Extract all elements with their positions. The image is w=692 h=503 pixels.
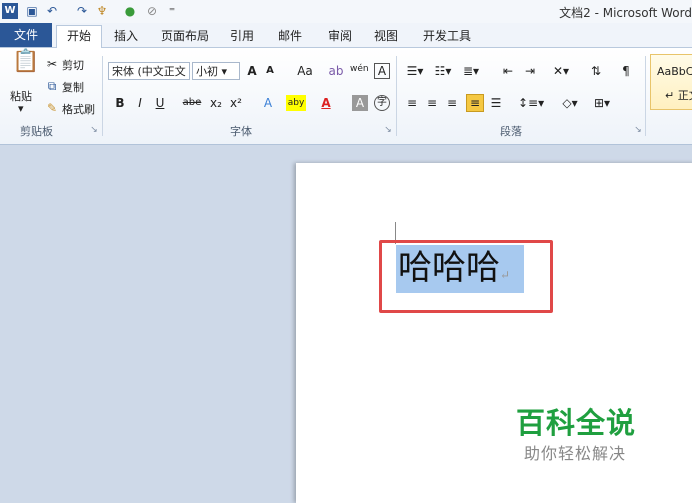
window-title: 文档2 - Microsoft Word (559, 6, 692, 20)
change-case-button[interactable]: Aa (294, 63, 316, 79)
cut-icon: ✂ (46, 57, 58, 71)
increase-indent-icon[interactable]: ⇥ (522, 63, 538, 79)
phonetic-guide-button[interactable]: wén (350, 61, 369, 77)
title-bar: W ▣ ↶ ↷ ♆ ● ⊘ ⁼ 文档2 - Microsoft Word (0, 0, 692, 23)
eraser-icon[interactable]: ⊘ (144, 3, 160, 19)
watermark-subtitle: 助你轻松解决 (524, 444, 627, 463)
highlight-annotation (379, 240, 553, 313)
align-left-icon[interactable]: ≡ (404, 95, 420, 111)
copy-icon: ⧉ (47, 79, 57, 93)
font-name-combo[interactable]: 宋体 (中文正文 ▾ (108, 62, 190, 80)
word-logo-icon[interactable]: W (2, 3, 18, 19)
clipboard-launcher-icon[interactable]: ↘ (86, 122, 102, 138)
separator (645, 56, 646, 136)
format-painter-icon[interactable]: ♆ (94, 3, 110, 19)
separator (396, 56, 397, 136)
tab-home[interactable]: 开始 (56, 25, 102, 48)
font-launcher-icon[interactable]: ↘ (380, 122, 396, 138)
chinese-layout-icon[interactable]: ✕▾ (550, 63, 572, 79)
numbering-icon[interactable]: ☷▾ (432, 63, 454, 79)
highlight-button[interactable]: aby (286, 95, 306, 111)
distributed-icon[interactable]: ☰ (488, 95, 504, 111)
tab-mailings[interactable]: 邮件 (272, 27, 308, 47)
separator (102, 56, 103, 136)
clear-format-button[interactable]: ab (328, 63, 344, 79)
justify-icon[interactable]: ≡ (466, 94, 484, 112)
clipboard-group-label: 剪贴板 (20, 125, 53, 138)
subscript-button[interactable]: x₂ (208, 95, 224, 111)
char-border-button[interactable]: A (374, 63, 390, 79)
grow-font-button[interactable]: A (244, 63, 260, 79)
strikethrough-button[interactable]: abe (182, 95, 202, 111)
bold-button[interactable]: B (112, 95, 128, 111)
style-name: ↵ 正文 (665, 89, 692, 102)
text-effects-button[interactable]: A (260, 95, 276, 111)
char-shading-button[interactable]: A (352, 95, 368, 111)
copy-button[interactable]: 复制 (62, 79, 84, 95)
format-painter-brush-icon: ✎ (46, 101, 58, 115)
undo-icon[interactable]: ↶ (44, 3, 60, 19)
paste-icon[interactable]: 📋 (12, 51, 39, 82)
italic-button[interactable]: I (132, 95, 148, 111)
tab-page-layout[interactable]: 页面布局 (156, 27, 214, 47)
style-normal[interactable]: AaBbC ↵ 正文 (650, 54, 692, 110)
ribbon: 📋 粘贴 ▾ ✂ 剪切 ⧉ 复制 ✎ 格式刷 剪贴板 ↘ 宋体 (中文正文 ▾ … (0, 48, 692, 145)
style-preview: AaBbC (657, 65, 692, 78)
tab-review[interactable]: 审阅 (322, 27, 358, 47)
show-marks-icon[interactable]: ¶ (618, 63, 634, 79)
redo-icon[interactable]: ↷ (74, 3, 90, 19)
customize-icon[interactable]: ⁼ (164, 3, 180, 19)
ribbon-tabs: 文件 开始 插入 页面布局 引用 邮件 审阅 视图 开发工具 (0, 23, 692, 48)
cut-button[interactable]: 剪切 (62, 57, 84, 73)
bullets-icon[interactable]: ☰▾ (404, 63, 426, 79)
document-page[interactable] (296, 163, 692, 503)
paragraph-group-label: 段落 (500, 125, 522, 138)
decrease-indent-icon[interactable]: ⇤ (500, 63, 516, 79)
borders-icon[interactable]: ⊞▾ (590, 95, 614, 111)
watermark-title: 百科全说 (516, 406, 637, 440)
color-icon[interactable]: ● (122, 3, 138, 19)
line-spacing-icon[interactable]: ↕≡▾ (518, 95, 544, 111)
font-group-label: 字体 (230, 125, 252, 138)
paste-dropdown-icon[interactable]: ▾ (18, 102, 24, 115)
tab-developer[interactable]: 开发工具 (418, 27, 476, 47)
font-size-combo[interactable]: 小初 ▾ (192, 62, 240, 80)
save-icon[interactable]: ▣ (24, 3, 40, 19)
format-painter-button[interactable]: 格式刷 (62, 101, 95, 117)
shrink-font-button[interactable]: A (262, 63, 278, 79)
align-right-icon[interactable]: ≡ (444, 95, 460, 111)
multilevel-list-icon[interactable]: ≣▾ (460, 63, 482, 79)
sort-icon[interactable]: ⇅ (588, 63, 604, 79)
paragraph-launcher-icon[interactable]: ↘ (630, 122, 646, 138)
superscript-button[interactable]: x² (228, 95, 244, 111)
tab-insert[interactable]: 插入 (108, 27, 144, 47)
align-center-icon[interactable]: ≡ (424, 95, 440, 111)
font-color-button[interactable]: A (318, 95, 334, 111)
underline-button[interactable]: U (152, 95, 168, 111)
tab-file[interactable]: 文件 (0, 23, 52, 47)
enclose-char-button[interactable]: 字 (374, 95, 390, 111)
tab-references[interactable]: 引用 (224, 27, 260, 47)
shading-icon[interactable]: ◇▾ (558, 95, 582, 111)
tab-view[interactable]: 视图 (368, 27, 404, 47)
